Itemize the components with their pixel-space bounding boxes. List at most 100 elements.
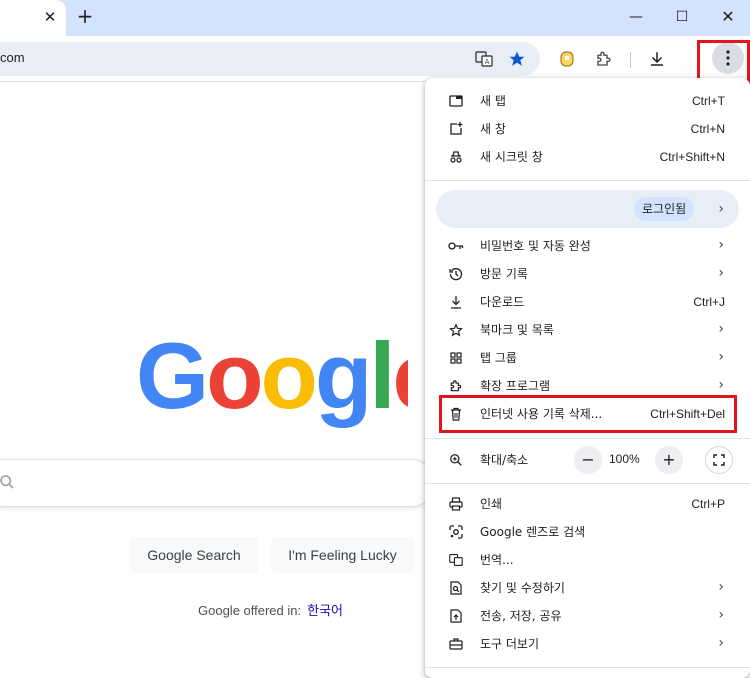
menu-item-more-tools[interactable]: 도구 더보기 › bbox=[425, 630, 750, 658]
search-input[interactable] bbox=[0, 459, 435, 507]
menu-item-find-edit[interactable]: 찾기 및 수정하기 › bbox=[425, 574, 750, 602]
chevron-right-icon: › bbox=[718, 321, 724, 337]
menu-divider bbox=[425, 483, 750, 484]
chevron-right-icon: › bbox=[718, 607, 724, 623]
toolbar: com A bbox=[0, 36, 750, 82]
tab-close-icon[interactable]: ✕ bbox=[42, 8, 58, 26]
menu-item-label: 번역... bbox=[480, 553, 514, 567]
menu-item-label: 비밀번호 및 자동 완성 bbox=[480, 239, 591, 253]
bookmark-star-icon[interactable] bbox=[507, 49, 527, 69]
signed-in-chip: 로그인됨 bbox=[634, 197, 695, 221]
maximize-button[interactable]: ☐ bbox=[673, 8, 691, 26]
menu-item-label: 새 탭 bbox=[480, 94, 506, 108]
fullscreen-icon bbox=[713, 454, 725, 466]
menu-item-new-window[interactable]: 새 창 Ctrl+N bbox=[425, 115, 750, 143]
zoom-in-button[interactable]: + bbox=[655, 446, 683, 474]
zoom-row: 확대/축소 − 100% + bbox=[425, 446, 750, 474]
menu-item-label: 전송, 저장, 공유 bbox=[480, 609, 562, 623]
google-logo: Google bbox=[136, 323, 446, 436]
menu-item-label: 새 창 bbox=[480, 122, 506, 136]
download-icon[interactable] bbox=[647, 49, 667, 69]
lens-icon bbox=[448, 524, 464, 540]
chevron-right-icon: › bbox=[718, 377, 724, 393]
svg-text:A: A bbox=[485, 58, 490, 66]
menu-item-label: 찾기 및 수정하기 bbox=[480, 581, 565, 595]
menu-item-label: 다운로드 bbox=[480, 295, 525, 309]
menu-item-cast-save-share[interactable]: 전송, 저장, 공유 › bbox=[425, 602, 750, 630]
address-bar[interactable]: com bbox=[0, 42, 540, 76]
google-search-button[interactable]: Google Search bbox=[130, 537, 258, 573]
menu-item-label: 방문 기록 bbox=[480, 267, 528, 281]
chrome-menu: 새 탭 Ctrl+T 새 창 Ctrl+N 새 시크릿 창 Ctrl+Shift… bbox=[425, 78, 750, 678]
key-icon bbox=[448, 238, 464, 254]
translate-icon bbox=[448, 552, 464, 568]
menu-item-bookmarks[interactable]: 북마크 및 목록 › bbox=[425, 316, 750, 344]
minimize-button[interactable]: — bbox=[627, 8, 645, 26]
zoom-label: 확대/축소 bbox=[480, 453, 529, 467]
chevron-right-icon: › bbox=[718, 349, 724, 365]
menu-item-shortcut: Ctrl+J bbox=[693, 295, 725, 309]
menu-item-shortcut: Ctrl+N bbox=[690, 122, 725, 136]
language-link[interactable]: 한국어 bbox=[307, 603, 343, 618]
profile-row[interactable]: 로그인됨 › bbox=[436, 190, 739, 228]
menu-item-shortcut: Ctrl+P bbox=[691, 497, 725, 511]
menu-item-shortcut: Ctrl+Shift+N bbox=[659, 150, 725, 164]
clear-data-highlight bbox=[439, 395, 737, 433]
extension-icon bbox=[448, 378, 464, 394]
extensions-puzzle-icon[interactable] bbox=[594, 49, 614, 69]
menu-item-shortcut: Ctrl+T bbox=[692, 94, 725, 108]
menu-item-label: Google 렌즈로 검색 bbox=[480, 525, 586, 539]
menu-item-google-lens[interactable]: Google 렌즈로 검색 bbox=[425, 518, 750, 546]
download-icon bbox=[448, 294, 464, 310]
fullscreen-button[interactable] bbox=[705, 446, 733, 474]
new-window-icon bbox=[448, 121, 464, 137]
search-icon bbox=[0, 474, 15, 494]
zoom-out-button[interactable]: − bbox=[574, 446, 602, 474]
menu-item-tab-groups[interactable]: 탭 그룹 › bbox=[425, 344, 750, 372]
toolbar-separator bbox=[630, 52, 631, 68]
menu-item-label: 도구 더보기 bbox=[480, 637, 540, 651]
tab-groups-icon bbox=[448, 350, 464, 366]
offered-in-label: Google offered in: bbox=[198, 603, 302, 618]
zoom-icon bbox=[448, 452, 464, 468]
menu-divider bbox=[425, 438, 750, 439]
feeling-lucky-button[interactable]: I'm Feeling Lucky bbox=[271, 537, 414, 573]
menu-item-label: 탭 그룹 bbox=[480, 351, 517, 365]
new-tab-icon bbox=[448, 93, 464, 109]
menu-item-label: 북마크 및 목록 bbox=[480, 323, 554, 337]
chevron-right-icon: › bbox=[718, 579, 724, 595]
find-icon bbox=[448, 580, 464, 596]
address-text[interactable]: com bbox=[0, 50, 25, 65]
tab-strip: ✕ + — ☐ ✕ bbox=[0, 0, 750, 36]
chevron-right-icon: › bbox=[718, 201, 724, 217]
history-icon bbox=[448, 266, 464, 282]
menu-item-history[interactable]: 방문 기록 › bbox=[425, 260, 750, 288]
extension-app-icon[interactable] bbox=[557, 49, 577, 69]
menu-divider bbox=[425, 180, 750, 181]
menu-divider bbox=[425, 667, 750, 668]
new-tab-button[interactable]: + bbox=[76, 6, 94, 26]
menu-item-new-tab[interactable]: 새 탭 Ctrl+T bbox=[425, 87, 750, 115]
svg-text:Google: Google bbox=[136, 336, 408, 428]
menu-item-incognito[interactable]: 새 시크릿 창 Ctrl+Shift+N bbox=[425, 143, 750, 171]
share-icon bbox=[448, 608, 464, 624]
star-icon bbox=[448, 322, 464, 338]
menu-item-print[interactable]: 인쇄 Ctrl+P bbox=[425, 490, 750, 518]
toolbox-icon bbox=[448, 636, 464, 652]
menu-item-label: 인쇄 bbox=[480, 497, 503, 511]
chevron-right-icon: › bbox=[718, 237, 724, 253]
chevron-right-icon: › bbox=[718, 265, 724, 281]
print-icon bbox=[448, 496, 464, 512]
offered-in: Google offered in: 한국어 bbox=[198, 600, 343, 619]
incognito-icon bbox=[448, 149, 464, 165]
translate-icon[interactable]: A bbox=[474, 49, 494, 69]
menu-item-passwords[interactable]: 비밀번호 및 자동 완성 › bbox=[425, 232, 750, 260]
window-close-button[interactable]: ✕ bbox=[719, 8, 737, 26]
menu-item-translate[interactable]: 번역... bbox=[425, 546, 750, 574]
menu-item-downloads[interactable]: 다운로드 Ctrl+J bbox=[425, 288, 750, 316]
zoom-value: 100% bbox=[609, 452, 640, 466]
chevron-right-icon: › bbox=[718, 635, 724, 651]
active-tab[interactable]: ✕ bbox=[0, 0, 66, 36]
menu-item-label: 새 시크릿 창 bbox=[480, 150, 543, 164]
menu-item-label: 확장 프로그램 bbox=[480, 379, 551, 393]
